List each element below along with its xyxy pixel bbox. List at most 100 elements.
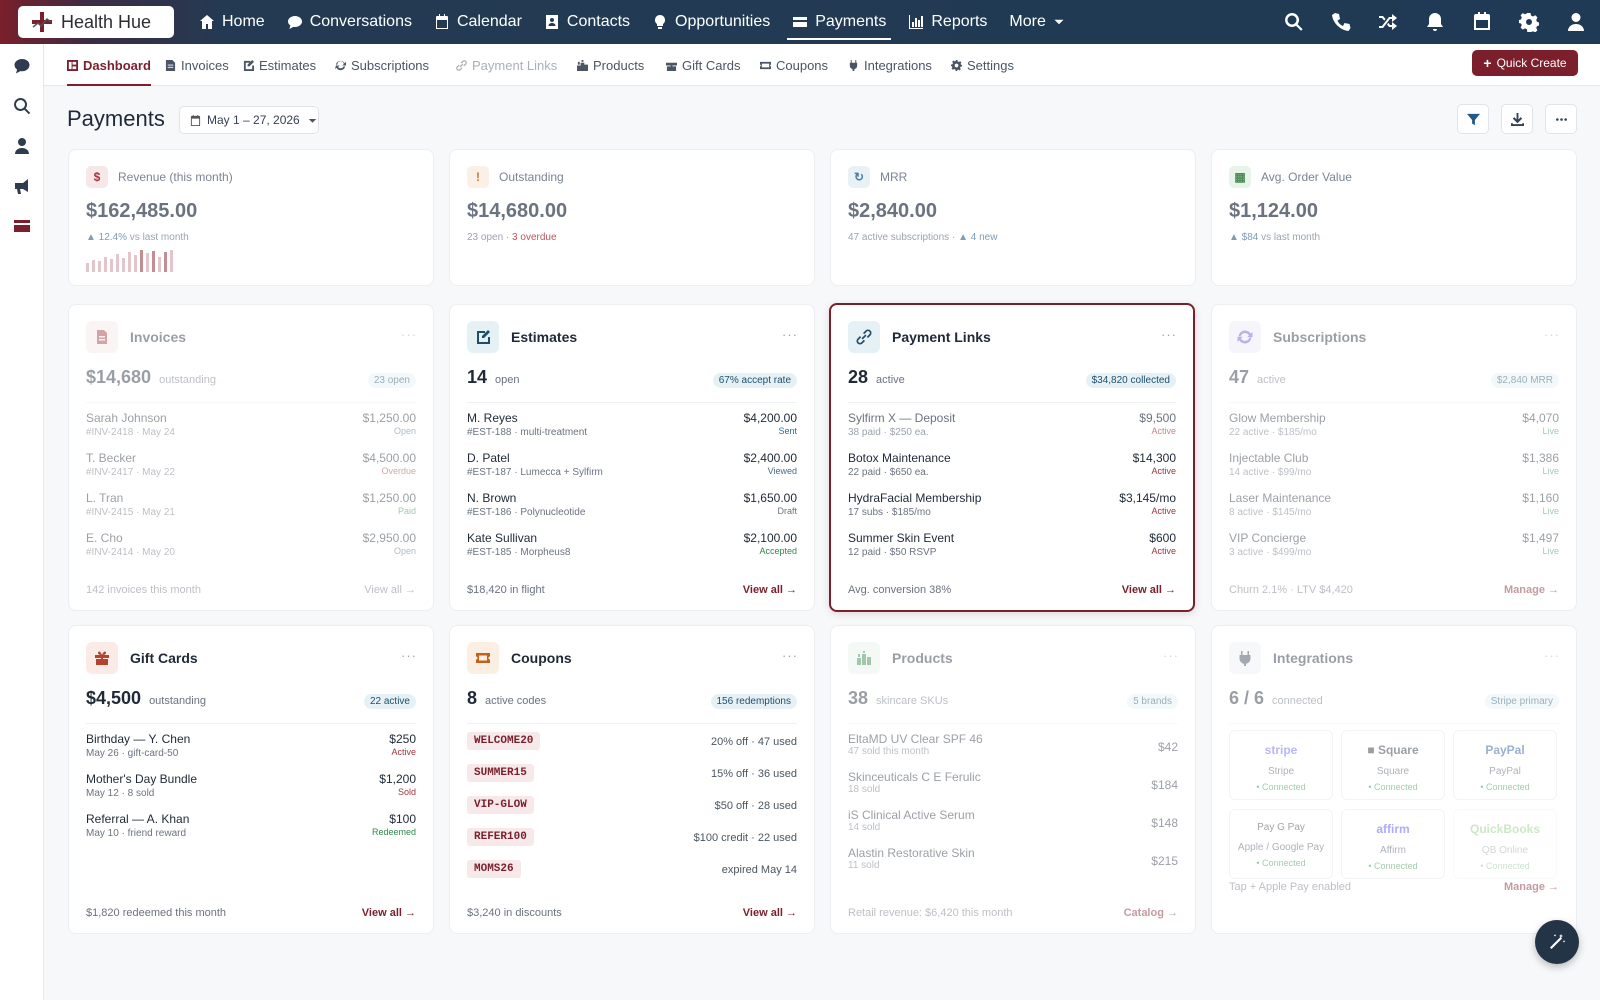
integration-square[interactable]: ■ Square Square • Connected [1341, 730, 1445, 800]
estimate-row[interactable]: D. Patel #EST-187 · Lumecca + Sylfirm $2,4… [467, 451, 797, 491]
invoices-card[interactable]: Invoices ··· $14,680 outstanding 23 open … [68, 304, 434, 611]
nav-home[interactable]: Home [188, 0, 276, 44]
tab-products[interactable]: Products [577, 44, 644, 86]
payment-link-row[interactable]: HydraFacial Membership 17 subs · $185/mo $… [848, 491, 1176, 531]
nav-contacts[interactable]: Contacts [533, 0, 641, 44]
nav-conversations[interactable]: Conversations [276, 0, 423, 44]
sidebar-payments[interactable] [13, 217, 31, 235]
estimates-card[interactable]: Estimates ··· 14 open 67% accept rate M. … [449, 304, 815, 611]
tab-settings[interactable]: Settings [951, 44, 1014, 86]
invoice-row[interactable]: Sarah Johnson #INV-2418 · May 24 $1,250.00… [86, 411, 416, 451]
quick-create-button[interactable]: + Quick Create [1472, 50, 1578, 76]
gear-icon[interactable] [1519, 12, 1539, 32]
sidebar-chat[interactable] [13, 57, 31, 75]
download-button[interactable] [1501, 104, 1533, 134]
card-menu-icon[interactable]: ··· [1161, 327, 1177, 342]
products-card[interactable]: Products ··· 38 skincare SKUs 5 brands El… [830, 625, 1196, 934]
manage-link[interactable]: Manage → [1504, 881, 1559, 893]
view-all-link[interactable]: View all → [743, 907, 797, 919]
nav-opportunities[interactable]: Opportunities [641, 0, 781, 44]
tab-invoices[interactable]: Invoices [165, 44, 229, 86]
card-menu-icon[interactable]: ··· [782, 648, 798, 663]
view-all-link[interactable]: View all → [364, 584, 416, 596]
subscription-row[interactable]: Glow Membership 22 active · $185/mo $4,070… [1229, 411, 1559, 451]
row-meta: 14 sold [848, 822, 881, 833]
nav-reports[interactable]: Reports [897, 0, 998, 44]
payment-link-row[interactable]: Botox Maintenance 22 paid · $650 ea. $14,3… [848, 451, 1176, 491]
app-logo[interactable]: Health Hue [18, 6, 174, 38]
nav-label: Contacts [566, 13, 631, 30]
magic-wand-fab[interactable] [1535, 920, 1579, 964]
integration-apple-google-pay[interactable]: Pay G Pay Apple / Google Pay • Connected [1229, 809, 1333, 879]
integration-affirm[interactable]: affirm Affirm • Connected [1341, 809, 1445, 879]
payment-links-card[interactable]: Payment Links ··· 28 active $34,820 colle… [829, 303, 1195, 612]
integrations-card[interactable]: Integrations ··· 6 / 6 connected Stripe p… [1211, 625, 1577, 934]
calendar-icon[interactable] [1472, 12, 1492, 32]
integration-stripe[interactable]: stripe Stripe • Connected [1229, 730, 1333, 800]
view-all-link[interactable]: View all → [362, 907, 416, 919]
coupons-card[interactable]: Coupons ··· 8 active codes 156 redemption… [449, 625, 815, 934]
card-menu-icon[interactable]: ··· [401, 648, 417, 663]
catalog-link[interactable]: Catalog → [1124, 907, 1178, 919]
card-menu-icon[interactable]: ··· [782, 327, 798, 342]
gift-card-row[interactable]: Referral — A. Khan May 10 · friend reward… [86, 812, 416, 852]
coupon-row[interactable]: MOMS26 expired May 14 [467, 860, 797, 892]
tab-estimates[interactable]: Estimates [243, 44, 316, 86]
tab-dashboard[interactable]: Dashboard [67, 44, 151, 86]
coupon-row[interactable]: REFER100 $100 credit · 22 used [467, 828, 797, 860]
subscription-row[interactable]: VIP Concierge 3 active · $499/mo $1,497 Liv… [1229, 531, 1559, 571]
phone-icon[interactable] [1331, 12, 1351, 32]
more-options-button[interactable] [1545, 104, 1577, 134]
product-row[interactable]: EltaMD UV Clear SPF 46 47 sold this month… [848, 732, 1178, 770]
tab-subscriptions[interactable]: Subscriptions [335, 44, 429, 86]
integration-quickbooks[interactable]: QuickBooks QB Online • Connected [1453, 809, 1557, 879]
tab-coupons[interactable]: Coupons [760, 44, 828, 86]
card-menu-icon[interactable]: ··· [1163, 648, 1179, 663]
sidebar-search[interactable] [13, 97, 31, 115]
bell-icon[interactable] [1425, 12, 1445, 32]
gift-card-row[interactable]: Birthday — Y. Chen May 26 · gift-card-50 $… [86, 732, 416, 772]
view-all-link[interactable]: View all → [1122, 584, 1176, 596]
nav-calendar[interactable]: Calendar [423, 0, 533, 44]
estimate-row[interactable]: M. Reyes #EST-188 · multi-treatment $4,200… [467, 411, 797, 451]
date-range-picker[interactable]: May 1 – 27, 2026 [179, 106, 319, 134]
sidebar-contacts[interactable] [13, 137, 31, 155]
sidebar-marketing[interactable] [13, 177, 31, 195]
row-meta: 11 sold [848, 860, 880, 871]
subscriptions-card[interactable]: Subscriptions ··· 47 active $2,840 MRR Gl… [1211, 304, 1577, 611]
payment-link-row[interactable]: Sylfirm X — Deposit 38 paid · $250 ea. $9,… [848, 411, 1176, 451]
shuffle-icon[interactable] [1378, 12, 1398, 32]
coupon-row[interactable]: SUMMER15 15% off · 36 used [467, 764, 797, 796]
invoice-row[interactable]: L. Tran #INV-2415 · May 21 $1,250.00 Paid [86, 491, 416, 531]
nav-payments[interactable]: Payments [781, 0, 897, 44]
invoice-row[interactable]: E. Cho #INV-2414 · May 20 $2,950.00 Open [86, 531, 416, 571]
card-menu-icon[interactable]: ··· [1544, 327, 1560, 342]
gift-card-row[interactable]: Mother's Day Bundle May 12 · 8 sold $1,200… [86, 772, 416, 812]
search-icon[interactable] [1284, 12, 1304, 32]
tab-gift-cards[interactable]: Gift Cards [666, 44, 741, 86]
product-row[interactable]: Skinceuticals C E Ferulic 18 sold $184 [848, 770, 1178, 808]
coupon-row[interactable]: VIP-GLOW $50 off · 28 used [467, 796, 797, 828]
nav-label: Home [222, 13, 265, 30]
coupon-code: SUMMER15 [467, 764, 534, 782]
gift-cards-card[interactable]: Gift Cards ··· $4,500 outstanding 22 acti… [68, 625, 434, 934]
estimate-row[interactable]: Kate Sullivan #EST-185 · Morpheus8 $2,100.… [467, 531, 797, 571]
manage-link[interactable]: Manage → [1504, 584, 1559, 596]
user-icon[interactable] [1566, 12, 1586, 32]
filter-button[interactable] [1457, 104, 1489, 134]
integration-paypal[interactable]: PayPal PayPal • Connected [1453, 730, 1557, 800]
product-row[interactable]: Alastin Restorative Skin 11 sold $215 [848, 846, 1178, 884]
estimate-row[interactable]: N. Brown #EST-186 · Polynucleotide $1,650.… [467, 491, 797, 531]
invoice-row[interactable]: T. Becker #INV-2417 · May 22 $4,500.00 Over… [86, 451, 416, 491]
coupon-row[interactable]: WELCOME20 20% off · 47 used [467, 732, 797, 764]
nav-more[interactable]: More [998, 0, 1075, 44]
tab-integrations[interactable]: Integrations [848, 44, 932, 86]
payment-link-row[interactable]: Summer Skin Event 12 paid · $50 RSVP $600 A… [848, 531, 1176, 571]
card-menu-icon[interactable]: ··· [401, 327, 417, 342]
view-all-link[interactable]: View all → [743, 584, 797, 596]
card-menu-icon[interactable]: ··· [1544, 648, 1560, 663]
subscription-row[interactable]: Laser Maintenance 8 active · $145/mo $1,16… [1229, 491, 1559, 531]
subscription-row[interactable]: Injectable Club 14 active · $99/mo $1,386 L… [1229, 451, 1559, 491]
product-row[interactable]: iS Clinical Active Serum 14 sold $148 [848, 808, 1178, 846]
tab-payment-links[interactable]: Payment Links [456, 44, 557, 86]
